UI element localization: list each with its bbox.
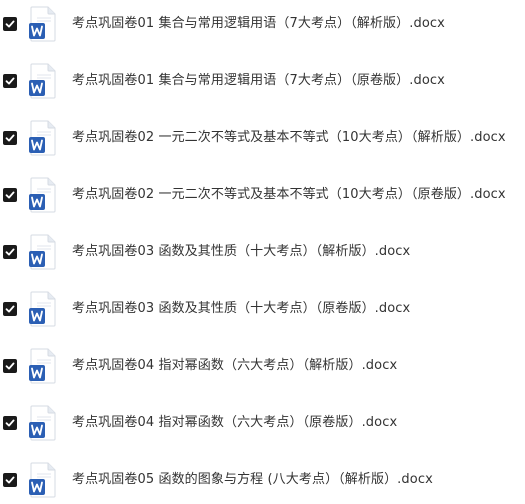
file-row[interactable]: 考点巩固卷04 指对幂函数（六大考点）（原卷版）.docx [0,404,525,444]
file-row[interactable]: 考点巩固卷02 一元二次不等式及基本不等式（10大考点）（原卷版）.docx [0,176,525,216]
file-name: 考点巩固卷01 集合与常用逻辑用语（7大考点）（原卷版）.docx [72,73,445,88]
word-doc-icon [28,291,58,327]
checkmark-icon [5,191,15,199]
word-doc-icon [28,348,58,384]
file-name: 考点巩固卷01 集合与常用逻辑用语（7大考点）（解析版）.docx [72,16,445,31]
word-doc-icon [28,120,58,156]
file-checkbox[interactable] [3,245,17,259]
file-name: 考点巩固卷02 一元二次不等式及基本不等式（10大考点）（解析版）.docx [72,130,506,145]
word-doc-icon [28,405,58,441]
file-checkbox[interactable] [3,302,17,316]
file-row[interactable]: 考点巩固卷02 一元二次不等式及基本不等式（10大考点）（解析版）.docx [0,119,525,159]
checkmark-icon [5,362,15,370]
checkmark-icon [5,77,15,85]
file-checkbox[interactable] [3,473,17,487]
file-checkbox[interactable] [3,359,17,373]
checkmark-icon [5,248,15,256]
file-checkbox[interactable] [3,416,17,430]
file-row[interactable]: 考点巩固卷01 集合与常用逻辑用语（7大考点）（解析版）.docx [0,5,525,45]
word-doc-icon [28,6,58,42]
file-row[interactable]: 考点巩固卷03 函数及其性质（十大考点）（解析版）.docx [0,233,525,273]
checkmark-icon [5,305,15,313]
file-name: 考点巩固卷03 函数及其性质（十大考点）（原卷版）.docx [72,301,411,316]
file-row[interactable]: 考点巩固卷05 函数的图象与方程 (八大考点）（解析版）.docx [0,461,525,501]
file-row[interactable]: 考点巩固卷04 指对幂函数（六大考点）（解析版）.docx [0,347,525,387]
checkmark-icon [5,20,15,28]
file-name: 考点巩固卷05 函数的图象与方程 (八大考点）（解析版）.docx [72,472,433,487]
word-doc-icon [28,234,58,270]
file-checkbox[interactable] [3,17,17,31]
file-row[interactable]: 考点巩固卷03 函数及其性质（十大考点）（原卷版）.docx [0,290,525,330]
word-doc-icon [28,462,58,498]
file-name: 考点巩固卷02 一元二次不等式及基本不等式（10大考点）（原卷版）.docx [72,187,506,202]
checkmark-icon [5,419,15,427]
file-checkbox[interactable] [3,74,17,88]
checkmark-icon [5,134,15,142]
file-checkbox[interactable] [3,131,17,145]
file-list: 考点巩固卷01 集合与常用逻辑用语（7大考点）（解析版）.docx 考点巩固卷01… [0,0,525,504]
file-name: 考点巩固卷04 指对幂函数（六大考点）（原卷版）.docx [72,415,398,430]
file-name: 考点巩固卷03 函数及其性质（十大考点）（解析版）.docx [72,244,411,259]
word-doc-icon [28,177,58,213]
word-doc-icon [28,63,58,99]
file-row[interactable]: 考点巩固卷01 集合与常用逻辑用语（7大考点）（原卷版）.docx [0,62,525,102]
checkmark-icon [5,476,15,484]
file-checkbox[interactable] [3,188,17,202]
file-name: 考点巩固卷04 指对幂函数（六大考点）（解析版）.docx [72,358,398,373]
